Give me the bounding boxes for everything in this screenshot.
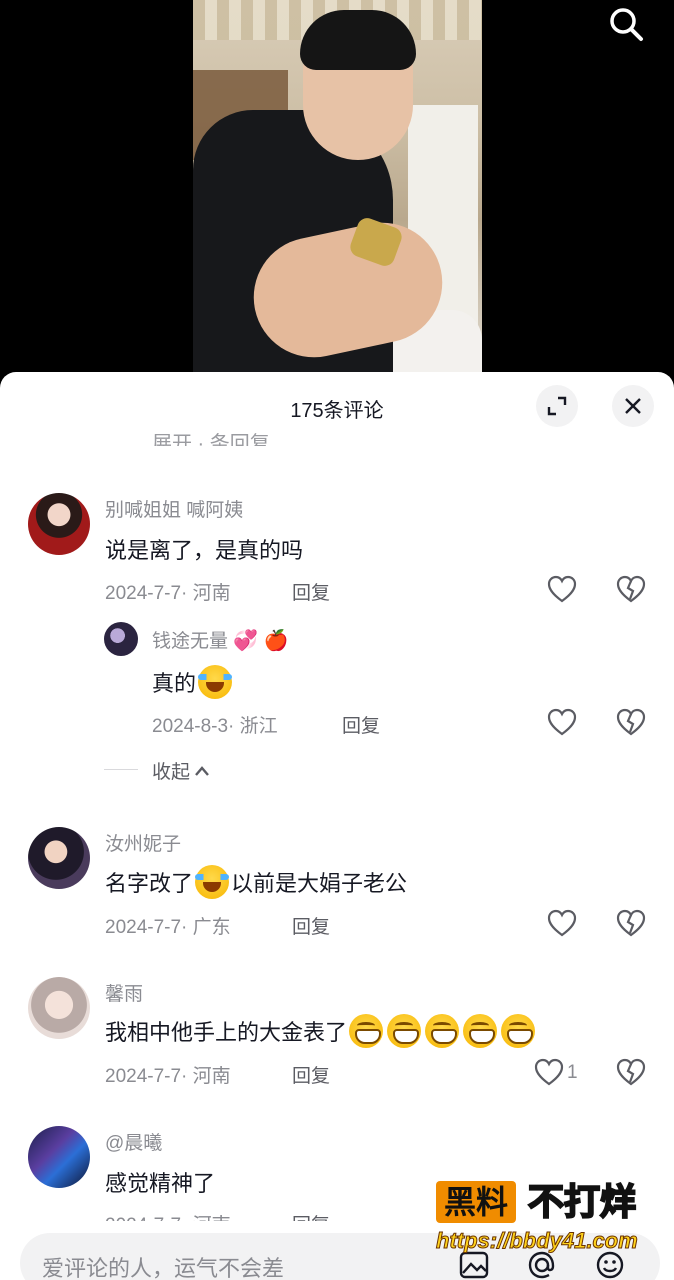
comment-username[interactable]: @晨曦 [105,1128,162,1155]
username-text: 钱途无量 [152,631,229,652]
search-icon [610,8,643,41]
comment-meta: 2024-7-7· 河南 [105,583,231,604]
comment-username[interactable]: 别喊姐姐 喊阿姨 [105,495,243,522]
avatar[interactable] [28,1126,90,1188]
reply-button[interactable]: 回复 [342,711,380,738]
broken-heart-icon [616,708,646,736]
sheet-header: 175条评论 [0,372,674,440]
avatar[interactable] [28,493,90,555]
reply-button[interactable]: 回复 [292,578,330,605]
person-hair [300,10,416,70]
comment-meta: 2024-7-7· 广东 [105,917,231,938]
watermark-right: 不打烊 [527,1180,637,1223]
dislike-button[interactable] [614,705,648,739]
broken-heart-icon [616,909,646,937]
dislike-button[interactable] [614,906,648,940]
video-player[interactable] [0,0,674,400]
like-button[interactable] [545,572,579,606]
heart-icon [547,575,577,603]
comment-text: 真的 [152,665,234,699]
comment-text: 说是离了，是真的吗 [105,538,304,563]
heart-icon [547,708,577,736]
dislike-button[interactable] [614,572,648,606]
comment-username[interactable]: 汝州妮子 [105,829,181,856]
comments-sheet: 175条评论 展开 · 条回复 别喊姐姐 喊阿姨 说是离了，是真的吗 2024-… [0,372,674,1280]
comment-meta: 2024-8-3· 浙江 [152,716,278,737]
search-button[interactable] [604,2,648,46]
video-frame [193,0,482,400]
username-emoji: 💞 🍎 [233,630,289,652]
watermark-left: 黑料 [436,1181,517,1223]
like-button[interactable] [532,1055,566,1089]
like-count: 1 [567,1062,578,1083]
comment-text-content: 真的 [152,671,197,696]
grin-emoji [463,1014,498,1048]
heart-icon [534,1058,564,1086]
comment-text: 名字改了 以前是大娟子老公 [105,865,407,899]
dislike-button[interactable] [614,1055,648,1089]
comment-meta: 2024-7-7· 河南 [105,1066,231,1087]
collapse-divider [104,769,138,770]
expand-icon [547,396,567,416]
reply-button[interactable]: 回复 [292,912,330,939]
watermark-url: https://bbdy41.com [436,1228,639,1254]
chevron-up-icon [195,765,209,776]
avatar[interactable] [104,622,138,656]
broken-heart-icon [616,1058,646,1086]
like-button[interactable] [545,906,579,940]
crying-laugh-emoji [198,665,233,699]
grin-emoji [349,1014,384,1048]
broken-heart-icon [616,575,646,603]
grin-emoji [387,1014,422,1048]
input-placeholder: 爱评论的人，运气不会差 [42,1256,285,1280]
avatar[interactable] [28,977,90,1039]
like-button[interactable] [545,705,579,739]
heart-icon [547,909,577,937]
expand-button[interactable] [536,385,578,427]
crying-laugh-emoji [195,865,230,899]
grin-emoji [501,1014,536,1048]
watermark: 黑料 不打烊 https://bbdy41.com [436,1178,660,1258]
close-button[interactable] [612,385,654,427]
collapse-label: 收起 [152,762,191,783]
partial-reply-link[interactable]: 展开 · 条回复 [152,424,270,446]
avatar[interactable] [28,827,90,889]
close-icon [625,398,641,414]
comment-text: 感觉精神了 [105,1171,216,1196]
collapse-replies-button[interactable]: 收起 [152,757,210,784]
comment-text-after: 以前是大娟子老公 [231,871,408,896]
reply-button[interactable]: 回复 [292,1061,330,1088]
grin-emoji [425,1014,460,1048]
comment-text-before: 名字改了 [105,871,194,896]
comment-text-content: 我相中他手上的大金表了 [105,1020,348,1045]
comment-username[interactable]: 钱途无量 💞 🍎 [152,626,289,653]
comment-username[interactable]: 馨雨 [105,979,143,1006]
comment-text: 我相中他手上的大金表了 [105,1014,537,1048]
